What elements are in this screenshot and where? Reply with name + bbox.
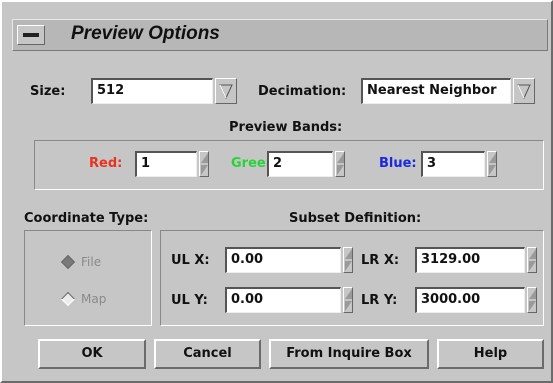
from-inquire-box-button[interactable]: From Inquire Box xyxy=(269,339,429,369)
spinner-arrows-icon xyxy=(345,249,352,271)
red-band-spinner[interactable] xyxy=(199,151,209,177)
radio-map-label: Map xyxy=(81,292,107,306)
radio-selected-icon xyxy=(60,254,76,270)
help-button[interactable]: Help xyxy=(437,339,544,369)
lry-label: LR Y: xyxy=(361,293,398,308)
preview-options-window: Preview Options Size: 512 Decimation: Ne… xyxy=(0,0,553,383)
cancel-button[interactable]: Cancel xyxy=(154,339,261,369)
size-dropdown-button[interactable] xyxy=(215,78,237,104)
subset-definition-group: UL X: 0.00 LR X: 3129.00 UL Y: 0.00 LR Y… xyxy=(160,230,544,326)
subset-definition-heading: Subset Definition: xyxy=(289,211,422,226)
coordinate-type-heading: Coordinate Type: xyxy=(24,211,149,226)
lrx-spinner[interactable] xyxy=(527,247,537,273)
spinner-arrows-icon xyxy=(345,289,352,311)
ulx-label: UL X: xyxy=(171,253,210,268)
green-label: Green: xyxy=(231,156,267,171)
spinner-arrows-icon xyxy=(201,153,208,175)
size-label: Size: xyxy=(30,84,66,99)
ulx-field[interactable]: 0.00 xyxy=(225,247,341,273)
ulx-spinner[interactable] xyxy=(343,247,353,273)
lry-spinner[interactable] xyxy=(527,287,537,313)
red-band-field[interactable]: 1 xyxy=(135,151,197,177)
chevron-down-icon xyxy=(517,84,531,99)
blue-band-field[interactable]: 3 xyxy=(421,151,485,177)
coordinate-type-group: File Map xyxy=(24,230,152,326)
radio-unselected-icon xyxy=(60,291,76,307)
red-label: Red: xyxy=(89,156,123,171)
preview-bands-heading: Preview Bands: xyxy=(229,120,343,135)
spinner-arrows-icon xyxy=(489,153,496,175)
green-band-field[interactable]: 2 xyxy=(267,151,333,177)
spinner-arrows-icon xyxy=(529,249,536,271)
menu-bar-icon xyxy=(23,33,39,37)
lrx-label: LR X: xyxy=(361,253,400,268)
spinner-arrows-icon xyxy=(529,289,536,311)
lrx-field[interactable]: 3129.00 xyxy=(415,247,525,273)
title-bar[interactable]: Preview Options xyxy=(12,19,548,51)
blue-band-spinner[interactable] xyxy=(487,151,497,177)
spinner-arrows-icon xyxy=(337,153,344,175)
uly-spinner[interactable] xyxy=(343,287,353,313)
green-band-spinner[interactable] xyxy=(335,151,345,177)
uly-label: UL Y: xyxy=(171,293,208,308)
size-field[interactable]: 512 xyxy=(91,78,213,104)
window-menu-button[interactable] xyxy=(17,25,45,45)
ok-button[interactable]: OK xyxy=(38,339,146,369)
decimation-dropdown-button[interactable] xyxy=(513,78,535,104)
radio-map[interactable]: Map xyxy=(60,291,107,307)
radio-file-label: File xyxy=(81,255,102,269)
lry-field[interactable]: 3000.00 xyxy=(415,287,525,313)
chevron-down-icon xyxy=(219,84,233,99)
radio-file[interactable]: File xyxy=(60,254,102,270)
window-title: Preview Options xyxy=(71,23,220,44)
preview-bands-group: Red: 1 Green: 2 Blue: 3 xyxy=(34,140,544,190)
blue-label: Blue: xyxy=(379,156,417,171)
uly-field[interactable]: 0.00 xyxy=(225,287,341,313)
decimation-label: Decimation: xyxy=(258,84,347,99)
decimation-field[interactable]: Nearest Neighbor xyxy=(361,78,511,104)
